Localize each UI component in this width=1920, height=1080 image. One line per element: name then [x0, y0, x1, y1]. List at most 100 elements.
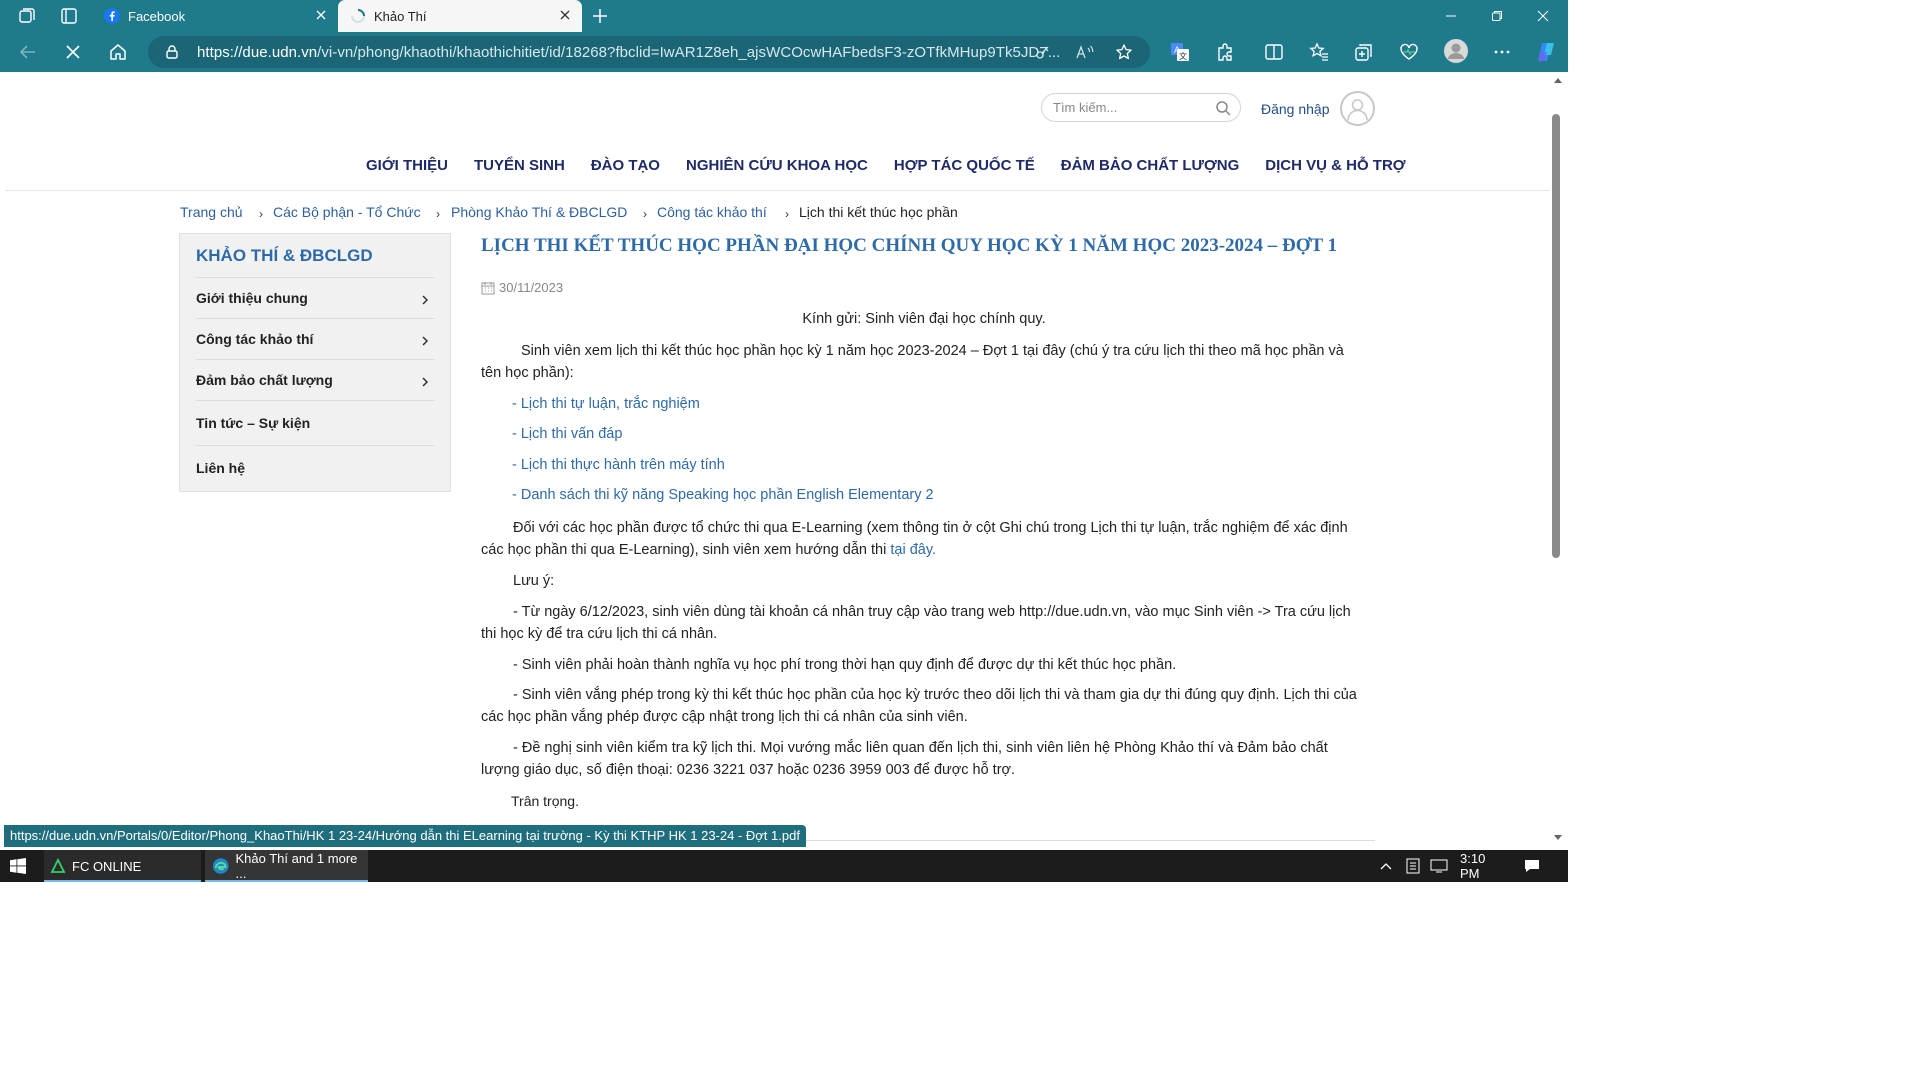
menu-tuyen-sinh[interactable]: TUYỂN SINH [474, 157, 565, 174]
scroll-up-icon[interactable] [1553, 76, 1563, 84]
calendar-icon [481, 281, 495, 294]
note-item: - Sinh viên vắng phép trong kỳ thi kết t… [481, 687, 1357, 725]
taskbar-clock[interactable]: 3:10 PM [1460, 850, 1506, 882]
note-item: - Sinh viên phải hoàn thành nghĩa vụ học… [513, 657, 1177, 673]
svg-text:文: 文 [1179, 51, 1187, 61]
chevron-right-icon [422, 295, 429, 305]
sidebar-item-label: Giới thiệu chung [196, 290, 308, 306]
collections-icon[interactable] [1354, 42, 1374, 62]
active-indicator [44, 880, 201, 882]
article-date: 30/11/2023 [481, 280, 563, 295]
breadcrumb-current: Lịch thi kết thúc học phần [799, 204, 958, 220]
tab-khao-thi[interactable]: Khảo Thí [338, 0, 582, 32]
link-tu-luan-trac-nghiem[interactable]: - Lịch thi tự luận, trắc nghiệm [512, 393, 1398, 415]
more-options-icon[interactable] [1492, 42, 1512, 62]
main-menu: GIỚI THIỆU TUYỂN SINH ĐÀO TẠO NGHIÊN CỨU… [366, 157, 1406, 174]
notifications-icon[interactable] [1524, 850, 1546, 882]
scroll-down-icon[interactable] [1553, 834, 1563, 842]
intro-paragraph: Sinh viên xem lịch thi kết thúc học phần… [481, 343, 1344, 381]
user-avatar-icon[interactable] [1340, 91, 1375, 126]
network-icon[interactable] [1430, 850, 1452, 882]
breadcrumb-separator-icon: › [785, 207, 789, 221]
note-label: Lưu ý: [513, 573, 555, 589]
tab-title: Facebook [128, 8, 186, 24]
close-tab-icon[interactable] [314, 8, 328, 22]
tab-bar: Facebook Khảo Thí [0, 0, 1568, 32]
menu-hop-tac-quoc-te[interactable]: HỢP TÁC QUỐC TẾ [894, 157, 1035, 174]
scrollbar-thumb[interactable] [1552, 114, 1560, 558]
greeting: Kính gửi: Sinh viên đại học chính quy. [802, 311, 1046, 327]
elearning-guide-link[interactable]: tại đây. [890, 542, 936, 558]
sidebar-item-dam-bao-chat-luong[interactable]: Đảm bảo chất lượng [196, 359, 435, 400]
breadcrumb-cong-tac-khao-thi[interactable]: Công tác khảo thí [657, 204, 767, 220]
breadcrumb-home[interactable]: Trang chủ [180, 204, 243, 220]
show-hidden-icons-icon[interactable] [1380, 850, 1400, 882]
tab-title: Khảo Thí [374, 8, 427, 24]
workspaces-icon[interactable] [17, 6, 37, 26]
chevron-right-icon [422, 336, 429, 346]
copilot-icon[interactable] [1534, 40, 1558, 64]
menu-dao-tao[interactable]: ĐÀO TẠO [591, 157, 660, 174]
favorites-icon[interactable] [1309, 42, 1329, 62]
chevron-right-icon [422, 377, 429, 387]
article-title: LỊCH THI KẾT THÚC HỌC PHẦN ĐẠI HỌC CHÍNH… [481, 235, 1338, 256]
site-search-box[interactable]: Tìm kiếm... [1041, 93, 1241, 122]
close-tab-icon[interactable] [558, 8, 572, 22]
closing: Trân trọng. [511, 793, 579, 809]
sidebar-item-gioi-thieu-chung[interactable]: Giới thiệu chung [196, 277, 435, 318]
new-tab-icon[interactable] [590, 6, 610, 26]
extensions-icon[interactable] [1215, 42, 1235, 62]
minimize-button[interactable] [1428, 0, 1474, 32]
search-input[interactable]: Tìm kiếm... [1053, 100, 1117, 115]
loading-spinner-icon [351, 9, 365, 23]
address-bar[interactable]: https://due.udn.vn/vi-vn/phong/khaothi/k… [148, 36, 1150, 68]
menu-nghien-cuu-khoa-hoc[interactable]: NGHIÊN CỨU KHOA HỌC [686, 157, 868, 174]
sidebar-item-cong-tac-khao-thi[interactable]: Công tác khảo thí [196, 318, 435, 359]
read-aloud-icon[interactable] [1076, 44, 1094, 60]
tab-actions-icon[interactable] [59, 6, 79, 26]
breadcrumb-departments[interactable]: Các Bộ phận - Tổ Chức [273, 204, 421, 220]
link-thuc-hanh-may-tinh[interactable]: - Lịch thi thực hành trên máy tính [512, 454, 1398, 476]
stop-loading-icon[interactable] [63, 42, 83, 62]
tab-facebook[interactable]: Facebook [94, 0, 338, 32]
back-icon[interactable] [18, 42, 38, 62]
search-icon[interactable] [1215, 100, 1231, 116]
home-icon[interactable] [108, 42, 128, 62]
link-speaking[interactable]: - Danh sách thi kỹ năng Speaking học phầ… [512, 484, 1398, 506]
browser-toolbar: https://due.udn.vn/vi-vn/phong/khaothi/k… [0, 32, 1568, 72]
sidebar-item-label: Công tác khảo thí [196, 331, 314, 347]
profile-avatar-icon[interactable] [1444, 39, 1468, 63]
web-page: Tìm kiếm... Đăng nhập GIỚI THIỆU TUYỂN S… [5, 72, 1550, 850]
fc-online-icon [50, 858, 66, 873]
link-van-dap[interactable]: - Lịch thi vấn đáp [512, 423, 1398, 445]
breadcrumb-khao-thi-office[interactable]: Phòng Khảo Thí & ĐBCLGD [451, 204, 627, 220]
favorite-star-icon[interactable] [1115, 43, 1133, 61]
menu-gioi-thieu[interactable]: GIỚI THIỆU [366, 157, 448, 174]
restore-button[interactable] [1474, 0, 1520, 32]
menu-dich-vu-ho-tro[interactable]: DỊCH VỤ & HỖ TRỢ [1265, 157, 1405, 174]
menu-divider [5, 190, 1550, 191]
sidebar-item-label: Đảm bảo chất lượng [196, 372, 333, 388]
lock-icon[interactable] [164, 44, 180, 60]
status-bar-url: https://due.udn.vn/Portals/0/Editor/Phon… [4, 825, 806, 847]
active-indicator [205, 880, 368, 882]
edge-icon [212, 858, 229, 874]
taskbar-app-edge[interactable]: Khảo Thí and 1 more ... [205, 850, 368, 882]
close-window-button[interactable] [1520, 0, 1566, 32]
login-link[interactable]: Đăng nhập [1261, 101, 1330, 117]
input-method-icon[interactable] [1406, 850, 1426, 882]
breadcrumb-separator-icon: › [643, 207, 647, 221]
breadcrumb-separator-icon: › [436, 207, 440, 221]
translate-icon[interactable]: A文 [1170, 42, 1190, 62]
taskbar-app-fc-online[interactable]: FC ONLINE [44, 850, 201, 882]
key-icon[interactable] [1035, 44, 1051, 60]
sidebar-item-lien-he[interactable]: Liên hệ [196, 445, 435, 491]
start-button[interactable] [0, 850, 36, 882]
sidebar-item-tin-tuc[interactable]: Tin tức – Sự kiện [196, 400, 435, 445]
browser-essentials-icon[interactable] [1399, 42, 1419, 62]
url-text: https://due.udn.vn/vi-vn/phong/khaothi/k… [197, 44, 1061, 61]
menu-dam-bao-chat-luong[interactable]: ĐẢM BẢO CHẤT LƯỢNG [1061, 157, 1240, 174]
date-text: 30/11/2023 [499, 280, 564, 295]
split-screen-icon[interactable] [1264, 42, 1284, 62]
elearning-paragraph: Đối với các học phần được tổ chức thi qu… [481, 520, 1348, 558]
